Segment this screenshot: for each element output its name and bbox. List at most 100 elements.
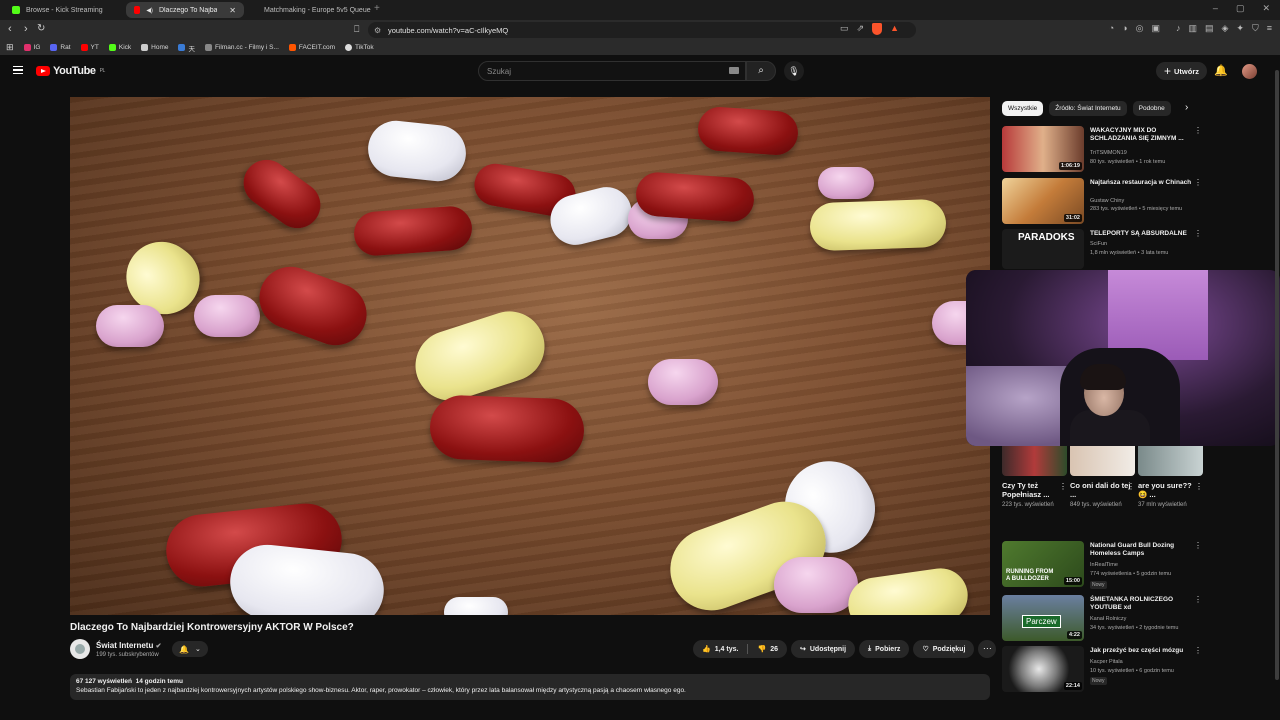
bookmark-faceit[interactable]: FACEIT.com xyxy=(288,44,335,51)
bookmark-ig[interactable]: IG xyxy=(23,44,41,51)
bookmark-yt[interactable]: YT xyxy=(80,44,99,51)
extension-icon[interactable]: ▣ xyxy=(1151,23,1160,34)
video-thumbnail[interactable]: PARADOKS xyxy=(1002,229,1084,269)
share-button[interactable]: ↪ Udostępnij xyxy=(790,640,856,658)
tab-manager-icon[interactable]: ▤ xyxy=(1205,23,1214,34)
download-button[interactable]: ⤓ Pobierz xyxy=(859,640,910,658)
vpn-icon[interactable]: ⛉ xyxy=(1252,23,1259,34)
extension-icon[interactable]: ◎ xyxy=(1136,23,1144,34)
recommendation-item[interactable]: Parczew 4:22 ŚMIETANKA ROLNICZEGO YOUTUB… xyxy=(1002,595,1202,643)
video-thumbnail[interactable]: 22:14 xyxy=(1002,646,1084,692)
more-vert-icon[interactable]: ⋮ xyxy=(1194,646,1202,655)
channel-avatar[interactable] xyxy=(70,639,90,659)
chip-all[interactable]: Wszystkie xyxy=(1002,101,1044,116)
bookmarks-bar: ⊞ IG Rat YT Kick Home 天 Filman.cc - Film… xyxy=(0,40,1280,55)
more-vert-icon[interactable]: ⋮ xyxy=(1194,178,1202,187)
verified-icon: ✔ xyxy=(155,643,162,650)
short-item[interactable]: are you sure?? 😆 ... 37 mln wyświetleń ⋮ xyxy=(1138,446,1203,509)
music-icon[interactable]: ♪ xyxy=(1176,23,1181,34)
scrollbar-thumb[interactable] xyxy=(1275,70,1279,680)
recommendation-item[interactable]: 1:06:19 WAKACYJNY MIX DO SCHLADZANIA SIĘ… xyxy=(1002,126,1202,174)
youtube-logo[interactable]: YouTube PL xyxy=(36,65,105,77)
subscribed-button[interactable]: 🔔 ⌄ xyxy=(172,641,208,657)
address-bar[interactable]: ⚙ youtube.com/watch?v=aC-cIlkyeMQ xyxy=(368,22,916,38)
search-button[interactable]: ⌕ xyxy=(746,61,776,81)
video-thumbnail[interactable]: RUNNING FROM A BULLDOZER 15:00 xyxy=(1002,541,1084,587)
create-button[interactable]: + Utwórz xyxy=(1156,62,1208,80)
bookmark-label: YT xyxy=(90,44,99,51)
thumbnail-text: Parczew xyxy=(1022,615,1061,628)
avatar[interactable] xyxy=(1242,64,1257,79)
video-thumbnail[interactable]: 31:02 xyxy=(1002,178,1084,224)
voice-search-button[interactable]: 🎙 xyxy=(784,61,804,81)
new-tab-button[interactable]: + xyxy=(374,3,380,14)
more-vert-icon[interactable]: ⋮ xyxy=(1059,482,1067,491)
menu-icon[interactable] xyxy=(13,66,23,74)
minimize-icon[interactable]: – xyxy=(1213,3,1218,14)
short-thumbnail[interactable] xyxy=(1070,446,1135,476)
more-vert-icon[interactable]: ⋮ xyxy=(1194,126,1202,135)
page-scrollbar[interactable] xyxy=(1274,60,1280,700)
bookmark-label: IG xyxy=(33,44,41,51)
recommendation-item[interactable]: RUNNING FROM A BULLDOZER 15:00 National … xyxy=(1002,541,1202,589)
extension-icon[interactable]: ◔ xyxy=(1109,23,1114,34)
bookmark-rat[interactable]: Rat xyxy=(50,44,71,51)
bookmark-icon[interactable]: ⎕ xyxy=(354,24,359,35)
chevron-down-icon: ⌄ xyxy=(195,646,201,653)
video-thumbnail[interactable]: 1:06:19 xyxy=(1002,126,1084,172)
bookmark-filman[interactable]: Filman.cc - Filmy i S... xyxy=(204,44,279,51)
brave-shield-icon[interactable] xyxy=(872,23,883,35)
like-button[interactable]: 👍 1,4 tys. xyxy=(693,640,747,658)
more-vert-icon[interactable]: ⋮ xyxy=(1127,482,1135,491)
short-views: 223 tys. wyświetleń xyxy=(1002,502,1054,508)
back-icon[interactable]: ‹ xyxy=(8,23,12,35)
more-vert-icon[interactable]: ⋮ xyxy=(1194,595,1202,604)
tab-faceit[interactable]: Matchmaking - Europe 5v5 Queue xyxy=(250,2,371,18)
more-icon[interactable]: ⋯ xyxy=(978,640,997,658)
close-icon[interactable]: ✕ xyxy=(229,6,236,15)
recommendation-item[interactable]: 31:02 Najtańsza restauracja w Chinach Gu… xyxy=(1002,178,1202,226)
more-vert-icon[interactable]: ⋮ xyxy=(1195,482,1203,491)
share-page-icon[interactable]: ⇗ xyxy=(857,23,865,35)
bell-icon[interactable]: 🔔 xyxy=(1214,64,1228,77)
cast-icon[interactable]: ▭ xyxy=(840,23,849,35)
keyboard-icon[interactable] xyxy=(729,67,739,74)
more-vert-icon[interactable]: ⋮ xyxy=(1194,541,1202,550)
short-thumbnail[interactable] xyxy=(1002,446,1067,476)
wallet-icon[interactable]: ◈ xyxy=(1222,23,1229,34)
search-input[interactable]: Szukaj xyxy=(478,61,746,81)
recommendation-item[interactable]: 22:14 Jak przeżyć bez części mózgu Kacpe… xyxy=(1002,646,1202,694)
tab-youtube[interactable]: ◀) Dlaczego To Najbardziej Kon ✕ xyxy=(126,2,244,18)
dislike-button[interactable]: 👎 26 xyxy=(748,640,787,658)
bookmark-kick[interactable]: Kick xyxy=(108,44,131,51)
channel-name[interactable]: Świat Internetu ✔ xyxy=(96,641,161,650)
short-item[interactable]: Czy Ty też Popełniasz ... 223 tys. wyświ… xyxy=(1002,446,1067,509)
rec-meta: 10 tys. wyświetleń • 6 godzin temu xyxy=(1090,668,1174,674)
reload-icon[interactable]: ↻ xyxy=(37,23,45,34)
extension-icon[interactable]: ◑ xyxy=(1122,23,1127,34)
site-info-icon[interactable]: ⚙ xyxy=(374,26,381,35)
chip-similar[interactable]: Podobne xyxy=(1132,101,1171,116)
short-thumbnail[interactable] xyxy=(1138,446,1203,476)
video-thumbnail[interactable]: Parczew 4:22 xyxy=(1002,595,1084,641)
apps-icon[interactable]: ⊞ xyxy=(6,42,14,53)
bookmark-home[interactable]: Home xyxy=(141,44,168,51)
browser-menu-icon[interactable]: ≡ xyxy=(1267,23,1272,34)
thanks-button[interactable]: ♡ Podziękuj xyxy=(913,640,975,658)
more-vert-icon[interactable]: ⋮ xyxy=(1194,229,1202,238)
short-item[interactable]: Co oni dali do tej ... 849 tys. wyświetl… xyxy=(1070,446,1135,509)
video-player[interactable] xyxy=(70,97,990,615)
tab-kick[interactable]: Browse - Kick Streaming xyxy=(4,2,124,18)
chip-source[interactable]: Źródło: Świat Internetu xyxy=(1049,101,1127,116)
bookmark-kanji[interactable]: 天 xyxy=(178,43,195,53)
leo-icon[interactable]: ✦ xyxy=(1236,23,1244,34)
chevron-right-icon[interactable]: › xyxy=(1185,102,1188,113)
description-box[interactable]: 67 127 wyświetleń 14 godzin temu Sebasti… xyxy=(70,674,990,700)
url-text: youtube.com/watch?v=aC-cIlkyeMQ xyxy=(388,25,509,35)
forward-icon[interactable]: › xyxy=(24,23,28,35)
rewards-icon[interactable]: ▲ xyxy=(890,23,899,35)
bookmark-tiktok[interactable]: TikTok xyxy=(345,44,374,51)
close-window-icon[interactable]: ✕ xyxy=(1262,3,1270,14)
sidebar-icon[interactable]: ▥ xyxy=(1188,23,1197,34)
maximize-icon[interactable]: ▢ xyxy=(1236,3,1245,14)
